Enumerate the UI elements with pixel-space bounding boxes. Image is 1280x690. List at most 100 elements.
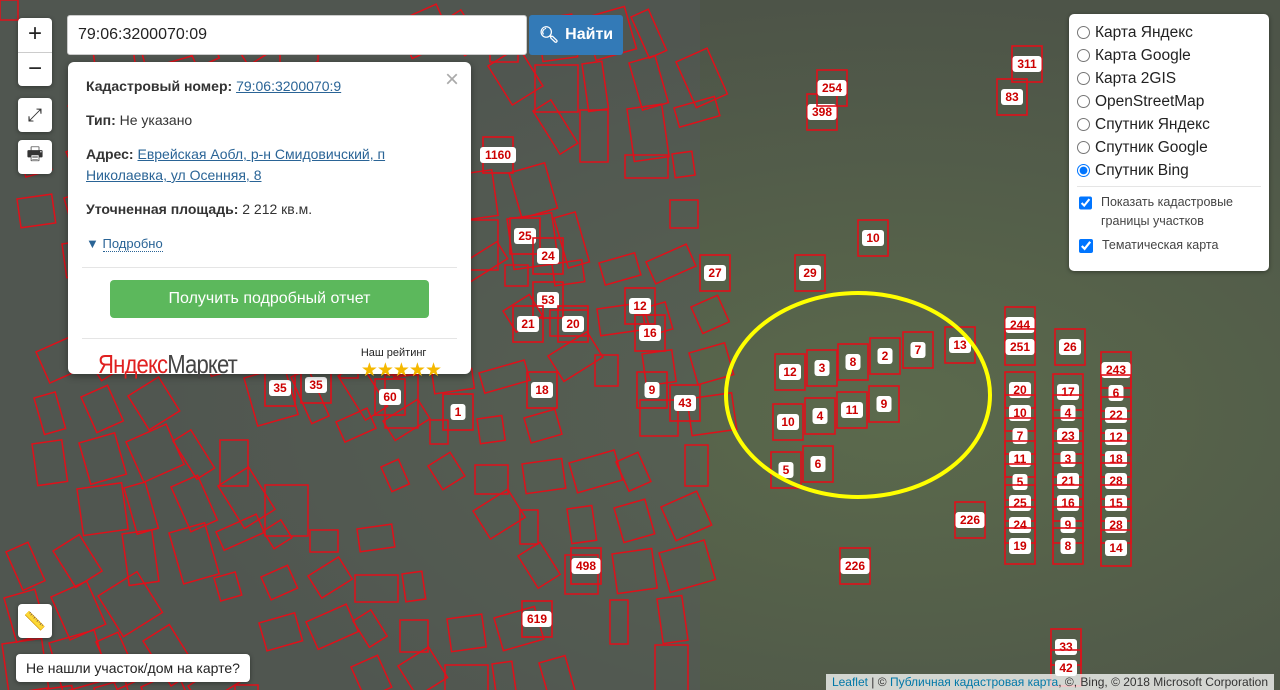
print-button[interactable]: 🖶 [18, 140, 52, 174]
parcel-number[interactable]: 12 [633, 299, 647, 313]
parcel-number[interactable]: 5 [783, 463, 790, 477]
yandex-market-logo: ЯндексМаркет [98, 349, 238, 379]
parcel-number[interactable]: 498 [576, 559, 596, 573]
close-icon[interactable]: × [445, 66, 459, 94]
base-layer-option[interactable]: Спутник Bing [1077, 159, 1261, 182]
parcel-number[interactable]: 25 [1013, 496, 1027, 510]
base-layer-option[interactable]: Спутник Яндекс [1077, 113, 1261, 136]
parcel-number[interactable]: 254 [822, 81, 842, 95]
base-layer-option[interactable]: Спутник Google [1077, 136, 1261, 159]
parcel-number[interactable]: 619 [527, 612, 547, 626]
parcel-number[interactable]: 10 [781, 415, 795, 429]
fullscreen-icon: ⤢ [27, 104, 43, 125]
radio[interactable] [1077, 26, 1090, 39]
parcel-number[interactable]: 24 [1013, 518, 1027, 532]
parcel-number[interactable]: 24 [541, 249, 555, 263]
parcel-number[interactable]: 33 [1059, 640, 1073, 654]
parcel-number[interactable]: 226 [960, 513, 980, 527]
leaflet-link[interactable]: Leaflet [832, 675, 868, 689]
pkk-link[interactable]: Публичная кадастровая карта [890, 675, 1058, 689]
parcel-number[interactable]: 29 [803, 266, 817, 280]
type-value: Не указано [119, 112, 193, 128]
parcel-number[interactable]: 4 [817, 409, 824, 423]
parcel-number[interactable]: 5 [1017, 475, 1024, 489]
radio[interactable] [1077, 95, 1090, 108]
parcel-number[interactable]: 1160 [485, 148, 511, 162]
parcel-number[interactable]: 21 [521, 317, 535, 331]
radio[interactable] [1077, 164, 1090, 177]
parcel-number[interactable]: 2 [882, 349, 889, 363]
parcel-number[interactable]: 17 [1061, 385, 1075, 399]
parcel-number[interactable]: 25 [518, 229, 532, 243]
parcel-number[interactable]: 60 [383, 390, 397, 404]
parcel-number[interactable]: 398 [812, 105, 832, 119]
zoom-out-button[interactable]: − [18, 52, 52, 86]
parcel-number[interactable]: 12 [783, 365, 797, 379]
parcel-number[interactable]: 43 [678, 396, 692, 410]
parcel-number[interactable]: 20 [566, 317, 580, 331]
parcel-number[interactable]: 11 [846, 403, 859, 417]
parcel-number[interactable]: 8 [1065, 539, 1072, 553]
area-label: Уточненная площадь: [86, 201, 239, 217]
base-layer-label: OpenStreetMap [1095, 92, 1205, 110]
parcel-number[interactable]: 311 [1017, 57, 1037, 71]
parcel-number[interactable]: 27 [708, 266, 722, 280]
parcel-number[interactable]: 18 [1109, 452, 1123, 466]
parcel-number[interactable]: 3 [819, 361, 826, 375]
parcel-number[interactable]: 7 [915, 343, 922, 357]
zoom-control: + − [18, 18, 52, 86]
zoom-in-button[interactable]: + [18, 18, 52, 52]
parcel-number[interactable]: 1 [455, 405, 462, 419]
checkbox[interactable] [1079, 239, 1093, 253]
parcel-number[interactable]: 28 [1109, 474, 1123, 488]
parcel-number[interactable]: 15 [1109, 496, 1123, 510]
radio[interactable] [1077, 49, 1090, 62]
radio[interactable] [1077, 141, 1090, 154]
base-layer-option[interactable]: OpenStreetMap [1077, 90, 1261, 113]
parcel-number[interactable]: 22 [1109, 408, 1123, 422]
parcel-number[interactable]: 9 [881, 397, 888, 411]
parcel-number[interactable]: 3 [1065, 452, 1072, 466]
parcel-number[interactable]: 14 [1109, 541, 1123, 555]
yandex-market-ad[interactable]: ЯндексМаркет Наш рейтинг ★★★★★ [86, 339, 453, 382]
ruler-button[interactable]: 📏 [18, 604, 52, 638]
parcel-number[interactable]: 9 [1065, 518, 1072, 532]
not-found-button[interactable]: Не нашли участок/дом на карте? [16, 654, 250, 682]
radio[interactable] [1077, 118, 1090, 131]
parcel-number[interactable]: 6 [1113, 386, 1120, 400]
parcel-number[interactable]: 16 [1061, 496, 1075, 510]
parcel-number[interactable]: 35 [273, 381, 287, 395]
print-icon: 🖶 [26, 144, 44, 164]
parcel-number[interactable]: 53 [541, 293, 555, 307]
base-layer-option[interactable]: Карта Google [1077, 44, 1261, 67]
base-layer-option[interactable]: Карта Яндекс [1077, 21, 1261, 44]
details-toggle[interactable]: ▼ Подробно [86, 233, 453, 254]
parcel-number[interactable]: 12 [1109, 430, 1123, 444]
get-report-button[interactable]: Получить подробный отчет [110, 280, 429, 318]
parcel-number[interactable]: 10 [866, 231, 880, 245]
search-button[interactable]: 🔍︎ Найти [529, 15, 623, 55]
parcel-number[interactable]: 26 [1063, 340, 1077, 354]
divider [1077, 186, 1261, 187]
search-input[interactable]: 79:06:3200070:09 [67, 15, 527, 55]
parcel-number[interactable]: 244 [1010, 318, 1030, 332]
parcel-number[interactable]: 83 [1005, 90, 1019, 104]
parcel-number[interactable]: 8 [850, 355, 857, 369]
parcel-number[interactable]: 226 [845, 559, 865, 573]
radio[interactable] [1077, 72, 1090, 85]
parcel-number[interactable]: 18 [535, 383, 549, 397]
base-layer-option[interactable]: Карта 2GIS [1077, 67, 1261, 90]
parcel-number[interactable]: 6 [815, 457, 822, 471]
overlay-option[interactable]: Показать кадастровые границы участков [1077, 193, 1261, 231]
parcel-number[interactable]: 42 [1059, 661, 1073, 675]
parcel-number[interactable]: 21 [1061, 474, 1075, 488]
parcel-number[interactable]: 13 [953, 338, 967, 352]
checkbox[interactable] [1079, 196, 1092, 210]
parcel-number[interactable]: 19 [1013, 539, 1027, 553]
overlay-option[interactable]: Тематическая карта [1077, 236, 1261, 255]
parcel-number[interactable]: 251 [1010, 340, 1030, 354]
fullscreen-button[interactable]: ⤢ [18, 98, 52, 132]
parcel-number[interactable]: 9 [649, 383, 656, 397]
cadastral-link[interactable]: 79:06:3200070:9 [236, 78, 341, 94]
parcel-number[interactable]: 16 [643, 326, 657, 340]
